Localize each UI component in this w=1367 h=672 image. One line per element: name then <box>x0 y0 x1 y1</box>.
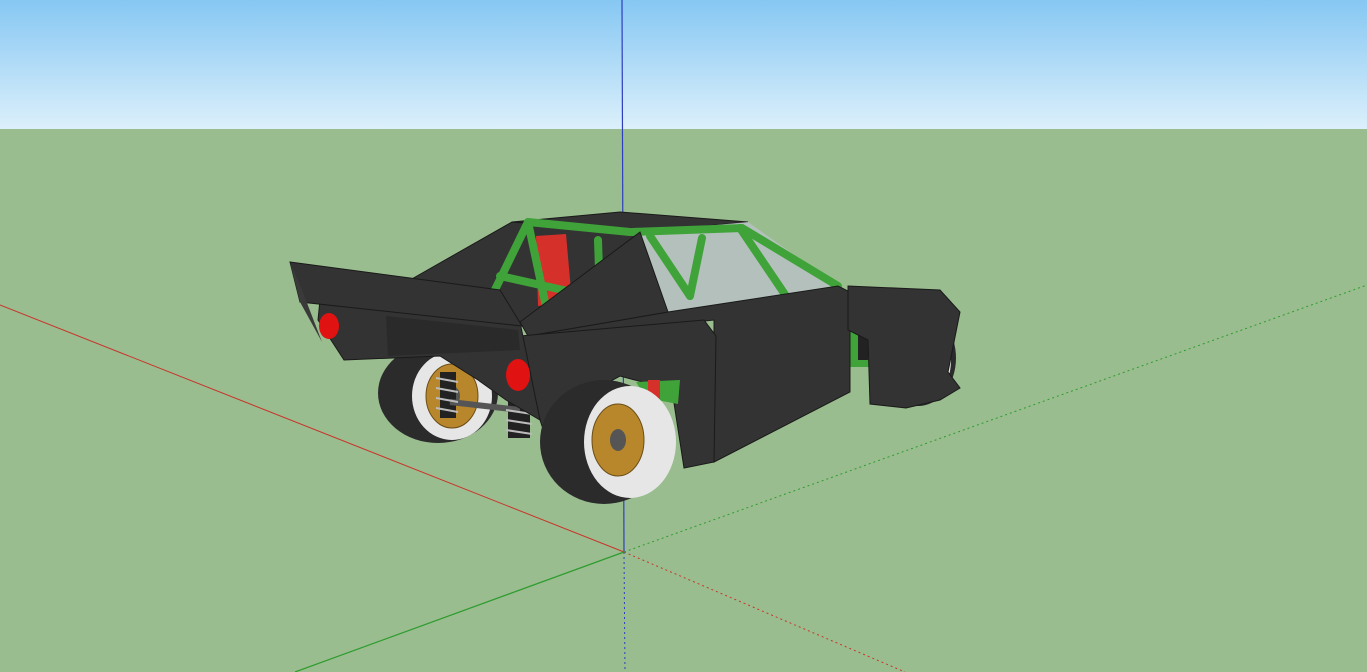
scene-canvas[interactable] <box>0 0 1367 672</box>
green-axis-negative <box>294 551 625 672</box>
tail-light-right <box>506 359 530 391</box>
sketchup-3d-viewport[interactable] <box>0 0 1367 672</box>
rear-wheel-near[interactable] <box>540 380 676 504</box>
tail-light-left <box>319 313 339 339</box>
red-axis-negative <box>623 551 906 672</box>
blue-axis-negative <box>623 551 626 672</box>
